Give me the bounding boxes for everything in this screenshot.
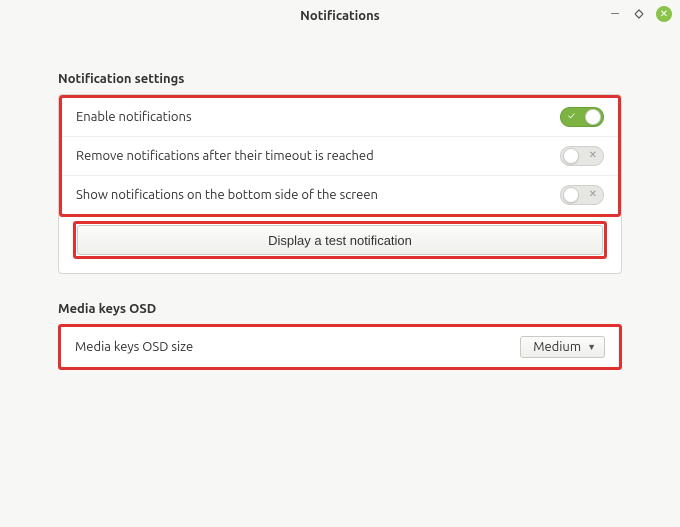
highlighted-test-button-box: Display a test notification bbox=[73, 221, 607, 259]
row-remove-timeout: Remove notifications after their timeout… bbox=[62, 137, 618, 176]
maximize-icon[interactable] bbox=[632, 7, 646, 21]
toggle-knob bbox=[585, 109, 601, 125]
osd-panel: Media keys OSD size Medium ▼ bbox=[61, 327, 619, 367]
row-osd-size: Media keys OSD size Medium ▼ bbox=[61, 327, 619, 367]
highlighted-osd-group: Media keys OSD size Medium ▼ bbox=[58, 324, 622, 370]
osd-size-dropdown[interactable]: Medium ▼ bbox=[520, 336, 605, 358]
window-controls: ─ ✕ bbox=[608, 6, 672, 22]
toggle-remove-timeout[interactable]: ✕ bbox=[560, 146, 604, 166]
highlighted-toggles-group: Enable notifications ✓ Remove notificati… bbox=[59, 95, 621, 217]
label-bottom-screen: Show notifications on the bottom side of… bbox=[76, 188, 378, 202]
settings-window: Notifications ─ ✕ Notification settings … bbox=[0, 0, 680, 527]
osd-size-value: Medium bbox=[533, 340, 581, 354]
label-enable-notifications: Enable notifications bbox=[76, 110, 192, 124]
titlebar: Notifications ─ ✕ bbox=[0, 0, 680, 32]
window-title: Notifications bbox=[300, 9, 380, 23]
section-title-osd: Media keys OSD bbox=[58, 302, 622, 316]
section-title-notifications: Notification settings bbox=[58, 72, 622, 86]
chevron-down-icon: ▼ bbox=[587, 342, 596, 352]
toggle-bottom-screen[interactable]: ✕ bbox=[560, 185, 604, 205]
toggle-knob bbox=[563, 148, 579, 164]
x-icon: ✕ bbox=[589, 188, 597, 200]
toggle-knob bbox=[563, 187, 579, 203]
notification-settings-panel: Enable notifications ✓ Remove notificati… bbox=[58, 94, 622, 274]
label-remove-timeout: Remove notifications after their timeout… bbox=[76, 149, 374, 163]
row-bottom-screen: Show notifications on the bottom side of… bbox=[62, 176, 618, 214]
row-enable-notifications: Enable notifications ✓ bbox=[62, 98, 618, 137]
display-test-notification-button[interactable]: Display a test notification bbox=[77, 225, 603, 255]
content-area: Notification settings Enable notificatio… bbox=[0, 32, 680, 527]
minimize-icon[interactable]: ─ bbox=[608, 7, 622, 21]
toggle-enable-notifications[interactable]: ✓ bbox=[560, 107, 604, 127]
close-icon[interactable]: ✕ bbox=[656, 6, 672, 22]
check-icon: ✓ bbox=[568, 110, 575, 121]
x-icon: ✕ bbox=[589, 149, 597, 161]
label-osd-size: Media keys OSD size bbox=[75, 340, 193, 354]
